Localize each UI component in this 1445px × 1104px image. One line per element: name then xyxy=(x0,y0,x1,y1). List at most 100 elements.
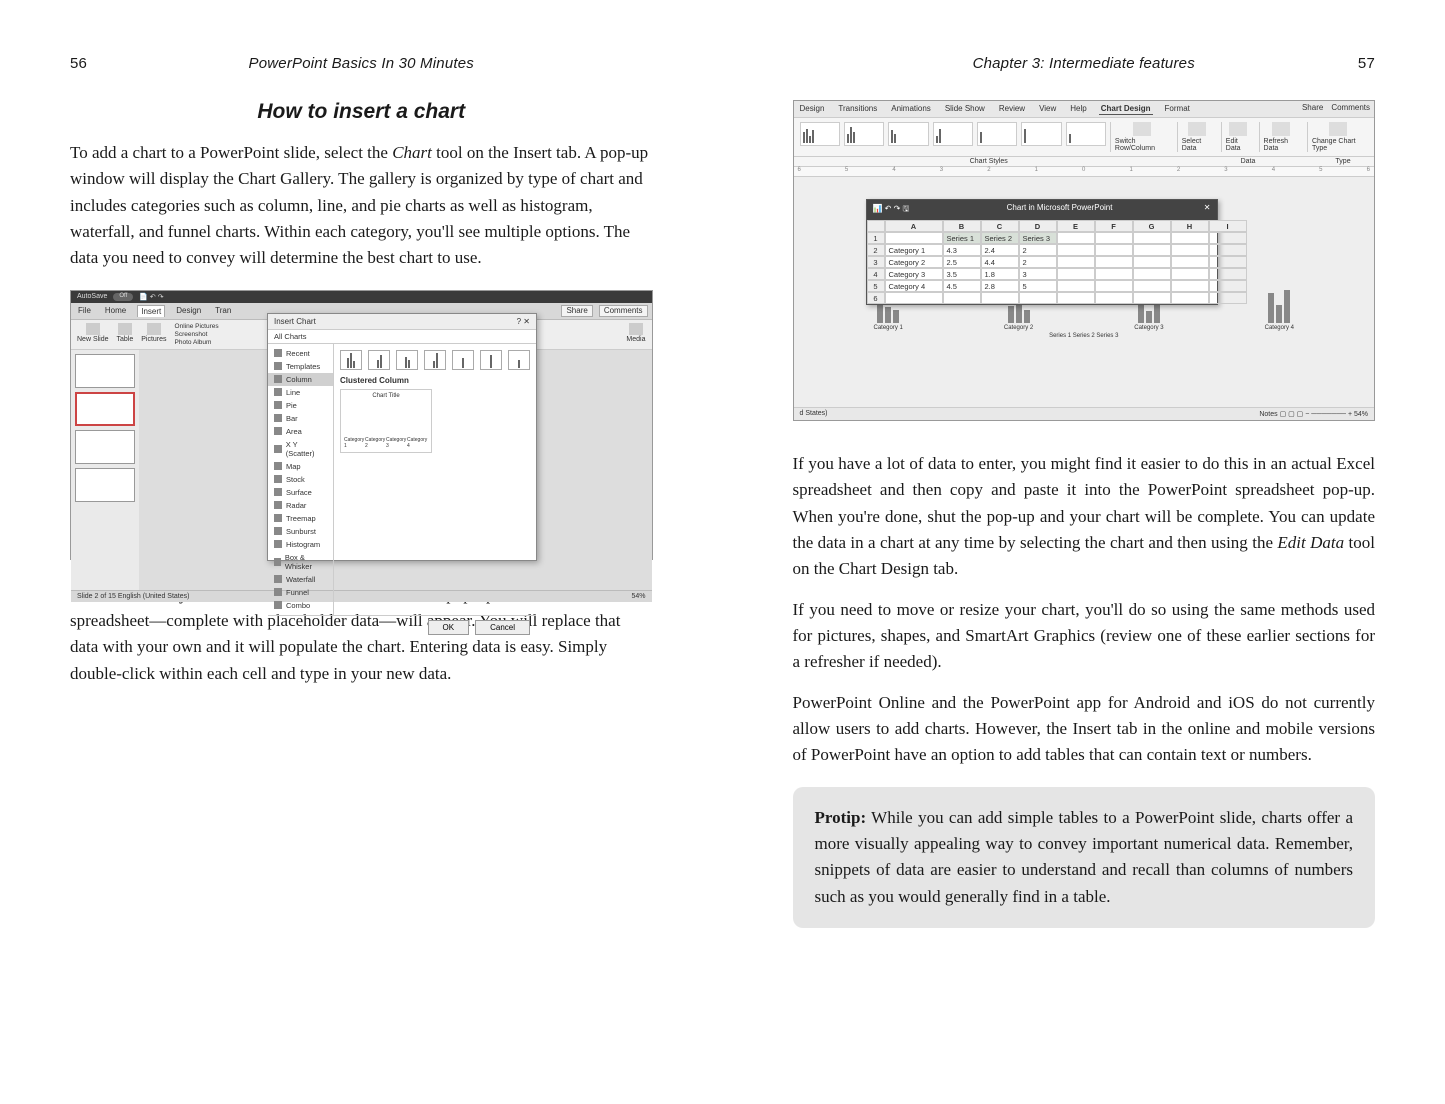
subtype-2[interactable] xyxy=(368,350,390,370)
horizontal-ruler: 6543210123456 xyxy=(794,167,1375,177)
dialog-help-close[interactable]: ? ✕ xyxy=(517,317,530,326)
table-button[interactable]: Table xyxy=(117,323,134,346)
right-page: Chapter 3: Intermediate features 57 Desi… xyxy=(723,0,1445,1104)
refresh-data-button[interactable]: Refresh Data xyxy=(1259,122,1303,152)
left-page: 56 PowerPoint Basics In 30 Minutes How t… xyxy=(0,0,723,1104)
cat-waterfall[interactable]: Waterfall xyxy=(268,573,333,586)
cat-funnel[interactable]: Funnel xyxy=(268,586,333,599)
cat-map[interactable]: Map xyxy=(268,460,333,473)
screenshot-button[interactable]: Screenshot xyxy=(175,331,219,338)
cat-recent[interactable]: Recent xyxy=(268,347,333,360)
all-charts-tab[interactable]: All Charts xyxy=(268,330,536,344)
cat-scatter[interactable]: X Y (Scatter) xyxy=(268,438,333,460)
subtype-6[interactable] xyxy=(480,350,502,370)
cat-radar[interactable]: Radar xyxy=(268,499,333,512)
tab-slideshow-2[interactable]: Slide Show xyxy=(943,103,987,115)
tab-design-2[interactable]: Design xyxy=(798,103,827,115)
subtype-5[interactable] xyxy=(452,350,474,370)
cat-column[interactable]: Column xyxy=(268,373,333,386)
tab-view-2[interactable]: View xyxy=(1037,103,1058,115)
figure-chart-data-editor: Design Transitions Animations Slide Show… xyxy=(793,100,1376,421)
para-1: To add a chart to a PowerPoint slide, se… xyxy=(70,140,653,272)
subtype-4[interactable] xyxy=(424,350,446,370)
chart-style-1[interactable] xyxy=(800,122,840,146)
pictures-button[interactable]: Pictures xyxy=(141,323,166,346)
para-5: PowerPoint Online and the PowerPoint app… xyxy=(793,690,1376,769)
sheet-title-text: Chart in Microsoft PowerPoint xyxy=(915,203,1203,217)
chart-style-2[interactable] xyxy=(844,122,884,146)
tab-review-2[interactable]: Review xyxy=(997,103,1027,115)
insert-chart-dialog: Insert Chart ? ✕ All Charts Recent Templ… xyxy=(267,313,537,561)
group-chart-styles: Chart Styles xyxy=(800,158,1179,165)
change-chart-type-button[interactable]: Change Chart Type xyxy=(1307,122,1368,152)
ok-button[interactable]: OK xyxy=(428,620,470,635)
running-head-right: Chapter 3: Intermediate features 57 xyxy=(793,55,1376,72)
status-text: Slide 2 of 15 English (United States) xyxy=(77,593,189,600)
tab-transitions[interactable]: Tran xyxy=(212,305,234,317)
page-number-left: 56 xyxy=(70,55,100,72)
comments-button-2[interactable]: Comments xyxy=(1331,103,1370,115)
share-button[interactable]: Share xyxy=(561,305,592,317)
para-4: If you need to move or resize your chart… xyxy=(793,597,1376,676)
spreadsheet-grid[interactable]: ABCDEFGHI1Series 1Series 2Series 32Categ… xyxy=(867,220,1217,304)
figure-insert-chart-dialog: AutoSave Off 📄 ↶ ↷ File Home Insert Desi… xyxy=(70,290,653,560)
book-title: PowerPoint Basics In 30 Minutes xyxy=(100,55,623,72)
chart-style-5[interactable] xyxy=(977,122,1017,146)
tab-transitions-2[interactable]: Transitions xyxy=(836,103,879,115)
comments-button[interactable]: Comments xyxy=(599,305,648,317)
chart-style-6[interactable] xyxy=(1021,122,1061,146)
cat-treemap[interactable]: Treemap xyxy=(268,512,333,525)
select-data-button[interactable]: Select Data xyxy=(1177,122,1217,152)
subtype-1[interactable] xyxy=(340,350,362,370)
protip-label: Protip: xyxy=(815,808,867,827)
tab-home[interactable]: Home xyxy=(102,305,129,317)
chart-style-3[interactable] xyxy=(888,122,928,146)
cat-area[interactable]: Area xyxy=(268,425,333,438)
tab-design[interactable]: Design xyxy=(173,305,204,317)
media-button[interactable]: Media xyxy=(626,323,645,346)
protip-box: Protip: While you can add simple tables … xyxy=(793,787,1376,928)
group-data: Data xyxy=(1178,158,1318,165)
subtype-title: Clustered Column xyxy=(340,376,530,385)
cat-templates[interactable]: Templates xyxy=(268,360,333,373)
switch-row-col-button[interactable]: Switch Row/Column xyxy=(1110,122,1173,152)
subtype-3[interactable] xyxy=(396,350,418,370)
tab-animations-2[interactable]: Animations xyxy=(889,103,933,115)
cat-bar[interactable]: Bar xyxy=(268,412,333,425)
sheet-close-button[interactable]: ✕ xyxy=(1204,203,1211,217)
tab-insert[interactable]: Insert xyxy=(137,305,165,317)
ribbon-tabs-fig2: Design Transitions Animations Slide Show… xyxy=(794,101,1375,118)
slide-thumb-3[interactable] xyxy=(75,430,135,464)
slide-thumb-2[interactable] xyxy=(75,392,135,426)
cat-stock[interactable]: Stock xyxy=(268,473,333,486)
slide-thumb-1[interactable] xyxy=(75,354,135,388)
online-pictures-button[interactable]: Online Pictures xyxy=(175,323,219,330)
chart-design-toolbar: Switch Row/Column Select Data Edit Data … xyxy=(794,118,1375,157)
tab-file[interactable]: File xyxy=(75,305,94,317)
new-slide-button[interactable]: New Slide xyxy=(77,323,109,346)
chart-category-list: Recent Templates Column Line Pie Bar Are… xyxy=(268,344,334,615)
share-button-2[interactable]: Share xyxy=(1302,103,1323,115)
slide-editor-area: 📊 ↶ ↷ 🖫 Chart in Microsoft PowerPoint ✕ … xyxy=(794,177,1375,407)
mini-spreadsheet-popup: 📊 ↶ ↷ 🖫 Chart in Microsoft PowerPoint ✕ … xyxy=(866,199,1218,305)
cat-line[interactable]: Line xyxy=(268,386,333,399)
tab-help-2[interactable]: Help xyxy=(1068,103,1088,115)
chart-style-7[interactable] xyxy=(1066,122,1106,146)
cancel-button[interactable]: Cancel xyxy=(475,620,530,635)
cat-histogram[interactable]: Histogram xyxy=(268,538,333,551)
edit-data-button[interactable]: Edit Data xyxy=(1221,122,1255,152)
slide-thumb-4[interactable] xyxy=(75,468,135,502)
cat-pie[interactable]: Pie xyxy=(268,399,333,412)
zoom-level: 54% xyxy=(631,593,645,600)
chart-style-4[interactable] xyxy=(933,122,973,146)
cat-combo[interactable]: Combo xyxy=(268,599,333,612)
photo-album-button[interactable]: Photo Album xyxy=(175,339,219,346)
page-number-right: 57 xyxy=(1345,55,1375,72)
cat-surface[interactable]: Surface xyxy=(268,486,333,499)
cat-sunburst[interactable]: Sunburst xyxy=(268,525,333,538)
tab-format-2[interactable]: Format xyxy=(1163,103,1192,115)
tab-chart-design[interactable]: Chart Design xyxy=(1099,103,1153,115)
dialog-title: Insert Chart xyxy=(274,317,316,326)
subtype-7[interactable] xyxy=(508,350,530,370)
cat-box-whisker[interactable]: Box & Whisker xyxy=(268,551,333,573)
